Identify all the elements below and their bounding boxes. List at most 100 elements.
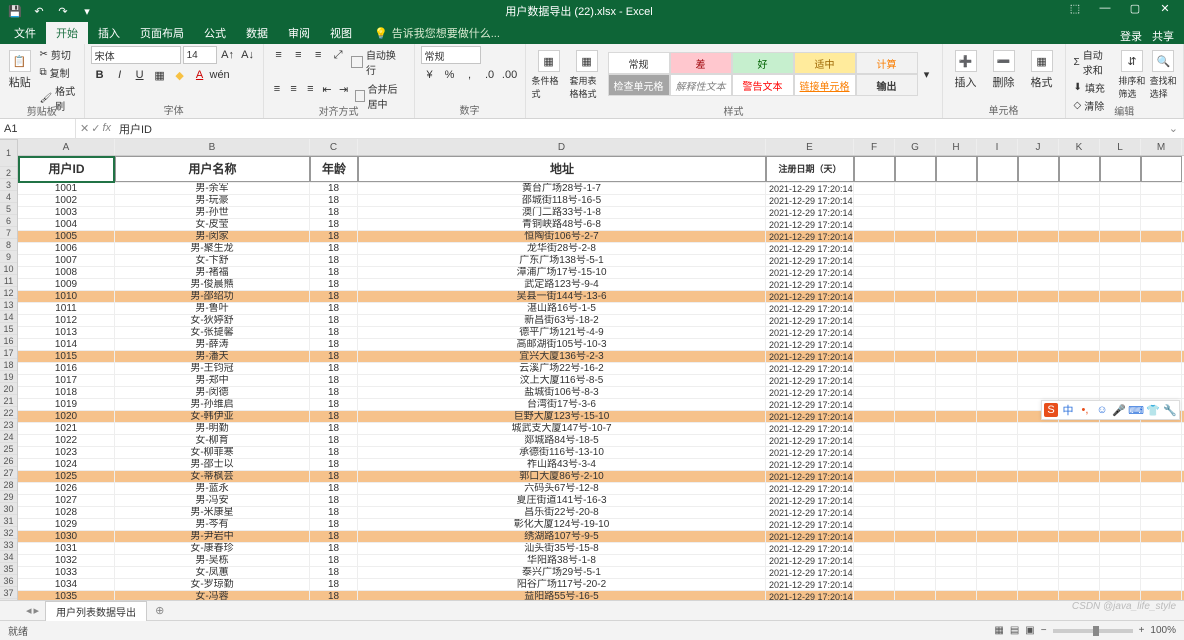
cell[interactable] [854, 447, 895, 458]
row-header[interactable]: 9 [0, 251, 17, 263]
ime-punct-icon[interactable]: •, [1078, 403, 1092, 417]
row-header[interactable]: 12 [0, 287, 17, 299]
row-header[interactable]: 5 [0, 203, 17, 215]
cell[interactable] [854, 591, 895, 600]
cell[interactable]: 男-闵家 [115, 231, 310, 242]
orientation-icon[interactable]: ⤢ [329, 46, 347, 64]
cell[interactable] [1059, 507, 1100, 518]
cell[interactable] [1100, 327, 1141, 338]
cell[interactable] [936, 567, 977, 578]
cell[interactable]: 1005 [18, 231, 115, 242]
ribbon-opts-icon[interactable]: ⬚ [1062, 2, 1088, 20]
cell[interactable] [1100, 219, 1141, 230]
tab-home[interactable]: 开始 [46, 22, 88, 44]
row-header[interactable]: 26 [0, 455, 17, 467]
cell[interactable] [1059, 327, 1100, 338]
cell[interactable] [854, 399, 895, 410]
cell[interactable] [854, 435, 895, 446]
cell[interactable]: 18 [310, 327, 358, 338]
cell[interactable]: 1014 [18, 339, 115, 350]
tab-formula[interactable]: 公式 [194, 22, 236, 44]
cell[interactable] [854, 423, 895, 434]
cell[interactable] [1141, 351, 1182, 362]
cell[interactable]: 1025 [18, 471, 115, 482]
cell[interactable] [1018, 207, 1059, 218]
cell[interactable] [854, 387, 895, 398]
row-header[interactable]: 13 [0, 299, 17, 311]
cell[interactable] [1018, 303, 1059, 314]
cell[interactable] [895, 411, 936, 422]
cell[interactable]: 18 [310, 315, 358, 326]
cell[interactable]: 女-罗琼勤 [115, 579, 310, 590]
cell[interactable]: 1035 [18, 591, 115, 600]
row-header[interactable]: 10 [0, 263, 17, 275]
cell[interactable] [1141, 507, 1182, 518]
style-link[interactable]: 链接单元格 [794, 74, 856, 96]
redo-icon[interactable]: ↷ [54, 2, 72, 20]
cell[interactable] [977, 267, 1018, 278]
tab-data[interactable]: 数据 [236, 22, 278, 44]
cell[interactable] [1100, 471, 1141, 482]
cell[interactable]: 18 [310, 279, 358, 290]
tab-file[interactable]: 文件 [4, 22, 46, 44]
row-header[interactable]: 20 [0, 383, 17, 395]
cell[interactable]: 18 [310, 483, 358, 494]
cell[interactable] [1059, 339, 1100, 350]
align-bot-icon[interactable]: ≡ [309, 46, 327, 64]
row-header[interactable]: 23 [0, 419, 17, 431]
cell[interactable] [1100, 207, 1141, 218]
cell[interactable]: 2021-12-29 17:20:14 [766, 459, 854, 470]
percent-icon[interactable]: % [441, 66, 459, 84]
cell[interactable] [1141, 435, 1182, 446]
cell[interactable]: 2021-12-29 17:20:14 [766, 339, 854, 350]
cell[interactable]: 武定路123号-9-4 [358, 279, 766, 290]
cell[interactable] [895, 579, 936, 590]
cell[interactable] [1141, 207, 1182, 218]
cell[interactable] [1018, 495, 1059, 506]
cell[interactable] [1141, 183, 1182, 194]
cell[interactable]: 益阳路55号-16-5 [358, 591, 766, 600]
cell[interactable] [1059, 555, 1100, 566]
cell[interactable]: 宜兴大厦136号-2-3 [358, 351, 766, 362]
cell[interactable] [854, 315, 895, 326]
tab-insert[interactable]: 插入 [88, 22, 130, 44]
cell[interactable] [1141, 483, 1182, 494]
cell[interactable] [854, 567, 895, 578]
row-header[interactable]: 33 [0, 539, 17, 551]
col-header-I[interactable]: I [977, 139, 1018, 155]
cell[interactable] [977, 495, 1018, 506]
sheet-tab[interactable]: 用户列表数据导出 [45, 601, 147, 621]
cell[interactable] [936, 447, 977, 458]
cell[interactable] [895, 555, 936, 566]
cell[interactable] [854, 351, 895, 362]
autosum-button[interactable]: Σ自动求和 [1072, 46, 1115, 78]
cell[interactable] [1059, 435, 1100, 446]
close-icon[interactable]: ✕ [1152, 2, 1178, 20]
cell[interactable] [977, 195, 1018, 206]
cell[interactable] [1100, 183, 1141, 194]
cell[interactable]: 2021-12-29 17:20:14 [766, 471, 854, 482]
cell[interactable] [1059, 531, 1100, 542]
ime-keyboard-icon[interactable]: ⌨ [1129, 403, 1143, 417]
cell[interactable] [1059, 279, 1100, 290]
cell[interactable] [1018, 375, 1059, 386]
row-header[interactable]: 16 [0, 335, 17, 347]
cell[interactable]: 彰化大厦124号-19-10 [358, 519, 766, 530]
cell[interactable] [1059, 519, 1100, 530]
cell[interactable] [936, 519, 977, 530]
cell[interactable] [1059, 495, 1100, 506]
cell[interactable] [1059, 483, 1100, 494]
cut-button[interactable]: ✂剪切 [37, 46, 77, 63]
cell[interactable] [1141, 219, 1182, 230]
cell[interactable]: 1024 [18, 459, 115, 470]
cell[interactable]: 广东广场138号-5-1 [358, 255, 766, 266]
cell[interactable] [1100, 315, 1141, 326]
cell[interactable]: 男-尹岩中 [115, 531, 310, 542]
cell[interactable] [1141, 279, 1182, 290]
cell[interactable] [1018, 507, 1059, 518]
cell[interactable] [936, 327, 977, 338]
cell[interactable]: 2021-12-29 17:20:14 [766, 243, 854, 254]
cell[interactable]: 男-玩豪 [115, 195, 310, 206]
save-icon[interactable]: 💾 [6, 2, 24, 20]
cell[interactable]: 新昌街63号-18-2 [358, 315, 766, 326]
